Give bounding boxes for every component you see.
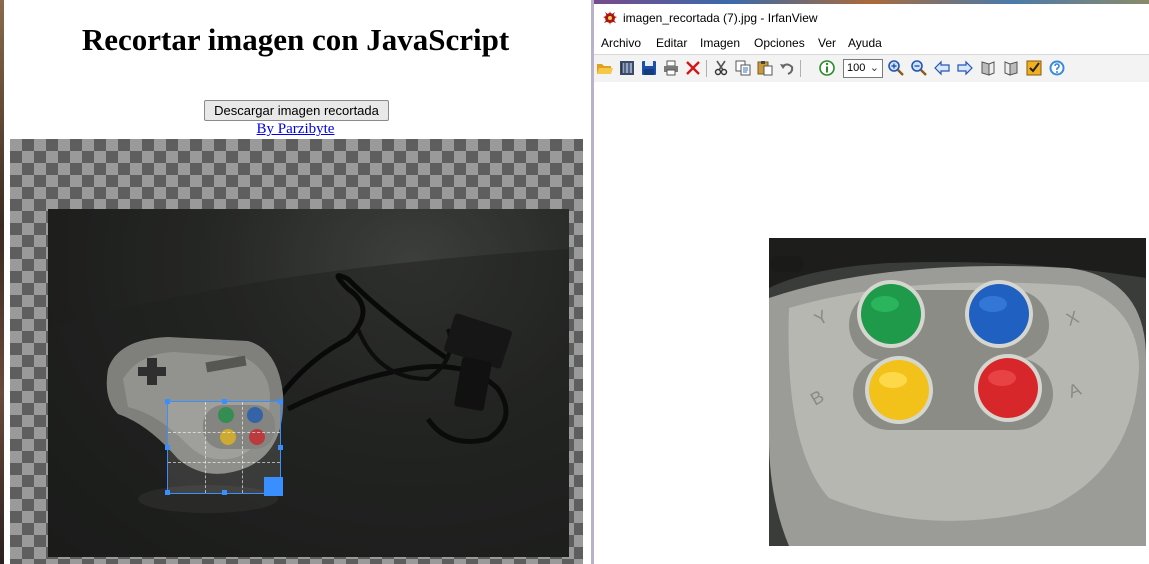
irfanview-app-icon: [603, 11, 617, 25]
zoom-select[interactable]: 100 ⌄: [843, 59, 883, 78]
help-icon[interactable]: [1048, 59, 1066, 77]
crop-handle-nw[interactable]: [165, 399, 170, 404]
properties-icon[interactable]: [1025, 59, 1043, 77]
image-viewport[interactable]: Y X B A: [594, 82, 1149, 564]
save-icon[interactable]: [640, 59, 658, 77]
crop-handle-s[interactable]: [222, 490, 227, 495]
open-folder-icon[interactable]: [596, 59, 614, 77]
first-page-icon[interactable]: [979, 59, 997, 77]
window-title: imagen_recortada (7).jpg - IrfanView: [623, 11, 818, 25]
title-bar[interactable]: imagen_recortada (7).jpg - IrfanView: [594, 4, 1149, 32]
irfanview-window: imagen_recortada (7).jpg - IrfanView Arc…: [591, 0, 1149, 564]
chevron-down-icon: ⌄: [869, 62, 879, 74]
thumbnails-icon[interactable]: [618, 59, 636, 77]
menu-ver[interactable]: Ver: [818, 36, 836, 50]
menu-bar: Archivo Editar Imagen Opciones Ver Ayuda: [594, 33, 1149, 54]
cut-icon[interactable]: [712, 59, 730, 77]
menu-ayuda[interactable]: Ayuda: [848, 36, 882, 50]
cropped-image: Y X B A: [769, 238, 1146, 546]
paste-icon[interactable]: [756, 59, 774, 77]
menu-archivo[interactable]: Archivo: [601, 36, 641, 50]
toolbar: 100 ⌄: [594, 54, 1149, 83]
zoom-value: 100: [847, 62, 866, 74]
source-photo: [48, 209, 569, 557]
crop-handle-sw[interactable]: [165, 490, 170, 495]
crop-handle-w[interactable]: [165, 445, 170, 450]
print-icon[interactable]: [662, 59, 680, 77]
crop-handle-e[interactable]: [278, 445, 283, 450]
info-icon[interactable]: [818, 59, 836, 77]
crop-resize-handle[interactable]: [264, 477, 283, 496]
copy-icon[interactable]: [734, 59, 752, 77]
crop-handle-n[interactable]: [222, 399, 227, 404]
crop-handle-ne[interactable]: [278, 399, 283, 404]
last-page-icon[interactable]: [1002, 59, 1020, 77]
undo-icon[interactable]: [778, 59, 796, 77]
previous-icon[interactable]: [933, 59, 951, 77]
author-link[interactable]: By Parzibyte: [0, 121, 591, 138]
next-icon[interactable]: [956, 59, 974, 77]
crop-guide-line: [168, 432, 280, 433]
menu-editar[interactable]: Editar: [656, 36, 687, 50]
toolbar-separator: [800, 60, 801, 77]
crop-demo-page: Recortar imagen con JavaScript Descargar…: [0, 0, 591, 564]
download-cropped-button[interactable]: Descargar imagen recortada: [204, 100, 389, 121]
menu-imagen[interactable]: Imagen: [700, 36, 740, 50]
crop-guide-line: [242, 402, 243, 493]
window-edge: [0, 0, 4, 564]
zoom-out-icon[interactable]: [910, 59, 928, 77]
crop-guide-line: [205, 402, 206, 493]
crop-overlay: [48, 209, 569, 557]
crop-canvas[interactable]: [10, 139, 583, 564]
menu-opciones[interactable]: Opciones: [754, 36, 805, 50]
toolbar-separator: [706, 60, 707, 77]
zoom-in-icon[interactable]: [887, 59, 905, 77]
crop-guide-line: [168, 462, 280, 463]
delete-icon[interactable]: [684, 59, 702, 77]
page-title: Recortar imagen con JavaScript: [81, 22, 510, 57]
